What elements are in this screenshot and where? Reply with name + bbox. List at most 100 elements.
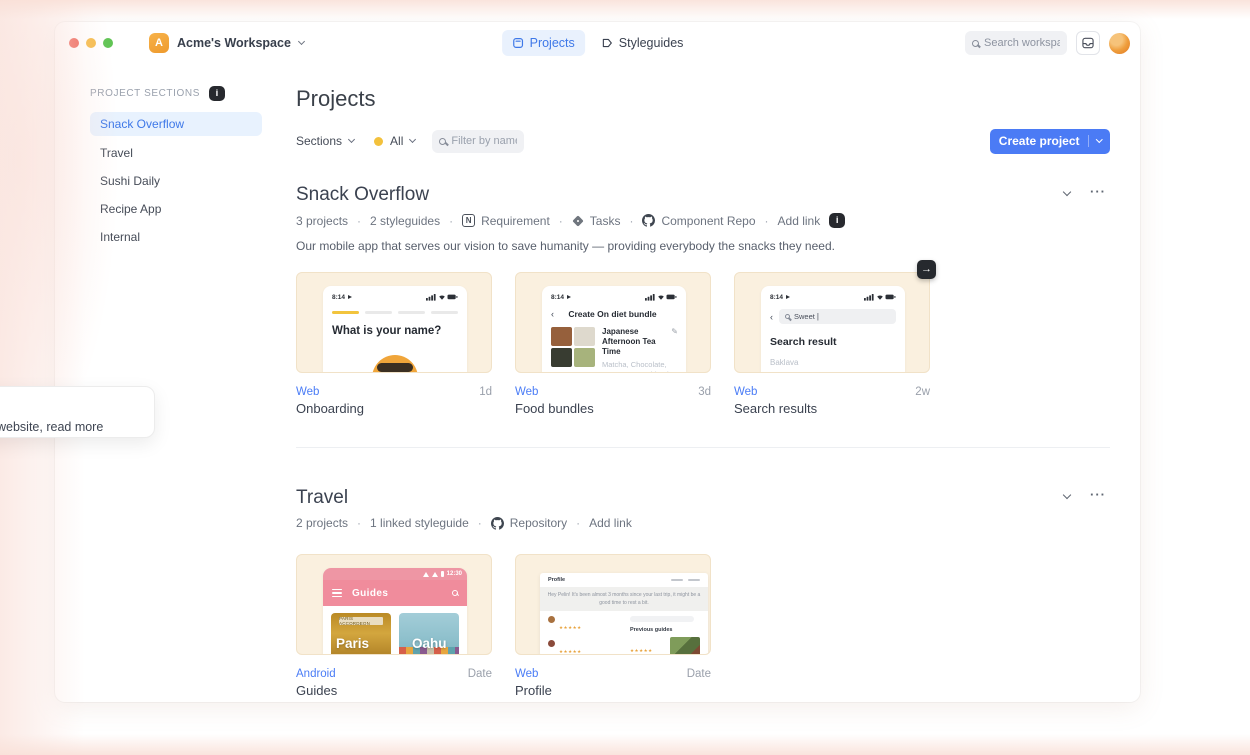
project-name[interactable]: Profile [515,683,711,698]
styleguides-icon [601,37,613,49]
card-meta-row: Web 3d [515,386,711,398]
back-icon: ‹ [770,312,773,322]
sections-dropdown-label: Sections [296,134,342,148]
create-project-button[interactable]: Create project [990,129,1110,154]
repository-link[interactable]: Repository [491,516,567,530]
status-indicators-icon [645,293,677,301]
minimize-window-button[interactable] [86,38,96,48]
tab-styleguides[interactable]: Styleguides [591,30,694,56]
avatar [548,616,555,623]
sidebar-item-snack-overflow[interactable]: Snack Overflow [90,112,262,136]
project-search-results: 8:14 ‹ Sweet | [734,272,930,416]
window-controls [69,38,113,48]
requirement-link[interactable]: N Requirement [462,214,550,228]
age-label: Date [468,668,492,680]
avatar [548,640,555,647]
android-preview: 12:30 Guides PARIS ACCORDEON [323,568,467,655]
tab-projects[interactable]: Projects [502,30,585,56]
project-card[interactable]: Profile Hey Pelin! It's been almost 3 mo… [515,554,711,655]
separator-dot: · [559,214,563,228]
separator-dot: · [357,516,361,530]
close-window-button[interactable] [69,38,79,48]
inbox-button[interactable] [1076,31,1100,55]
collapse-section-icon[interactable] [1063,491,1071,499]
workspace-search[interactable] [965,31,1067,55]
appbar-title: Guides [352,588,388,599]
separator-dot: · [357,214,361,228]
zoom-window-button[interactable] [103,38,113,48]
chevron-down-icon [298,38,305,45]
guide-card: ★★★★★ [630,637,700,655]
platform-label: Web [734,386,757,398]
phone-search-field: Sweet | [779,309,896,324]
page-title: Projects [296,86,375,112]
project-card[interactable]: 8:14 ‹ Sweet | [734,272,930,373]
web-preview: Profile Hey Pelin! It's been almost 3 mo… [540,573,708,655]
tasks-link[interactable]: Tasks [572,214,621,228]
project-profile: Profile Hey Pelin! It's been almost 3 mo… [515,554,711,698]
more-icon[interactable]: ··· [1090,189,1106,195]
page: A Acme's Workspace Projects Styleguides [0,0,1250,755]
sidebar-item-recipe-app[interactable]: Recipe App [90,198,262,220]
review-item: ★★★★★ [548,616,620,634]
more-icon[interactable]: ··· [1090,492,1106,498]
filter-input[interactable] [451,135,517,147]
project-name[interactable]: Guides [296,683,492,698]
project-card[interactable]: 8:14 ‹ Create On diet bundle [515,272,711,373]
sidebar-item-travel[interactable]: Travel [90,142,262,164]
notion-icon: N [462,214,475,227]
star-rating: ★★★★★ [559,625,582,630]
status-indicators-icon [864,293,896,301]
web-nav-links [671,579,700,581]
status-dot-icon [374,137,383,146]
project-card[interactable]: 12:30 Guides PARIS ACCORDEON [296,554,492,655]
search-result-item: Baklava [770,358,896,367]
chevron-down-icon [1096,136,1102,142]
mascot-avatar [372,355,418,373]
project-name[interactable]: Food bundles [515,401,711,416]
section-snack-overflow: Snack Overflow ··· 3 projects · 2 styleg… [296,184,1110,416]
separator-dot: · [478,516,482,530]
web-header: Profile [540,573,708,587]
app-window: A Acme's Workspace Projects Styleguides [55,22,1140,702]
project-name[interactable]: Onboarding [296,401,492,416]
phone-time: 8:14 [551,294,571,301]
add-link[interactable]: Add link [778,214,821,228]
collapse-section-icon[interactable] [1063,188,1071,196]
all-dropdown[interactable]: All [390,134,415,148]
github-icon [642,214,655,227]
info-badge[interactable]: i [829,213,845,228]
filter-by-name[interactable] [432,130,524,153]
sidebar-title-row: PROJECT SECTIONS i [90,86,225,101]
user-avatar[interactable] [1109,33,1130,54]
create-project-label: Create project [999,134,1080,148]
project-food-bundles: 8:14 ‹ Create On diet bundle [515,272,711,416]
web-search-field [630,616,694,622]
scroll-next-button[interactable]: → [917,260,936,279]
phone-time: 8:14 [770,294,790,301]
workspace-switcher[interactable]: A Acme's Workspace [149,33,304,53]
web-page-title: Profile [548,577,565,583]
section-meta: 3 projects · 2 styleguides · N Requireme… [296,213,1110,228]
filter-row: Sections All Create project [296,128,1110,154]
sidebar-item-internal[interactable]: Internal [90,226,262,248]
topbar-right [965,31,1130,55]
phone-statusbar: 8:14 [551,293,677,301]
android-time: 12:30 [447,571,462,577]
button-divider [1088,135,1089,147]
star-rating: ★★★★★ [630,648,653,653]
web-content: ★★★★★ ★★★★★ P [540,611,708,655]
chevron-down-icon [348,136,355,143]
sections-dropdown[interactable]: Sections [296,134,354,148]
search-icon [972,40,979,47]
bundle-info: Japanese Afternoon Tea Time ✎ Matcha, Ch… [602,327,678,373]
project-card[interactable]: 8:14 What is your name? [296,272,492,373]
sidebar-item-sushi-daily[interactable]: Sushi Daily [90,170,262,192]
wifi-icon [423,572,429,577]
search-result-heading: Search result [770,336,896,348]
project-name[interactable]: Search results [734,401,930,416]
add-link[interactable]: Add link [589,516,632,530]
component-repo-link[interactable]: Component Repo [642,214,755,228]
info-badge[interactable]: i [209,86,225,101]
search-input[interactable] [984,37,1060,49]
